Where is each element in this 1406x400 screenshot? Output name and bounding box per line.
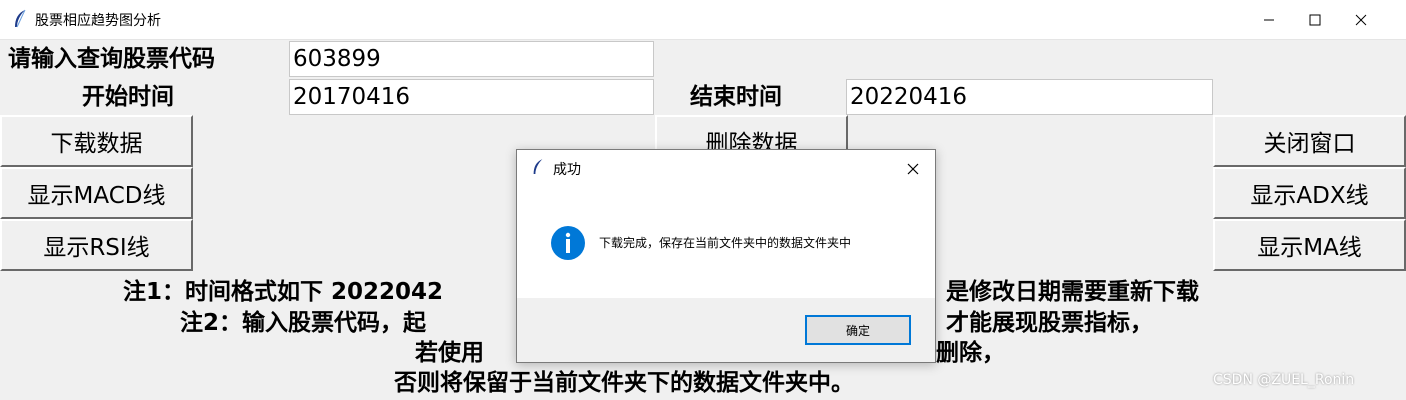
feather-icon [533, 159, 543, 174]
close-icon [1355, 14, 1367, 25]
feather-icon [15, 9, 26, 28]
show-rsi-button[interactable]: 显示RSI线 [0, 219, 193, 271]
minimize-button[interactable] [1246, 0, 1292, 39]
note-3-left: 若使用 [415, 340, 484, 366]
note-4: 否则将保留于当前文件夹下的数据文件夹中。 [394, 370, 854, 396]
dialog-message: 下载完成，保存在当前文件夹中的数据文件夹中 [599, 236, 852, 250]
end-time-label: 结束时间 [690, 84, 782, 110]
dialog-close-button[interactable] [891, 150, 935, 188]
start-time-input[interactable]: 20170416 [289, 79, 654, 115]
start-time-label: 开始时间 [82, 84, 174, 110]
note-2-left: 注2：输入股票代码，起 [180, 310, 427, 336]
note-3-right: 删除， [936, 340, 1005, 366]
end-time-input[interactable]: 20220416 [846, 79, 1213, 115]
note-2-right: 才能展现股票指标， [946, 310, 1153, 336]
close-icon [907, 163, 919, 175]
dialog-footer: 确定 [517, 298, 935, 362]
maximize-button[interactable] [1292, 0, 1338, 39]
show-ma-button[interactable]: 显示MA线 [1213, 219, 1406, 271]
window-title: 股票相应趋势图分析 [35, 13, 161, 29]
ok-button[interactable]: 确定 [805, 315, 911, 345]
note-1-left: 注1：时间格式如下 2022042 [123, 279, 444, 305]
show-adx-button[interactable]: 显示ADX线 [1213, 167, 1406, 219]
minimize-icon [1264, 19, 1274, 20]
note-1-right: 是修改日期需要重新下载 [946, 279, 1199, 305]
stock-code-input[interactable]: 603899 [289, 41, 654, 77]
title-bar: 股票相应趋势图分析 [0, 0, 1406, 40]
watermark: CSDN @ZUEL_Ronin [1213, 372, 1355, 388]
show-macd-button[interactable]: 显示MACD线 [0, 167, 193, 219]
dialog-title: 成功 [553, 162, 581, 178]
close-window-app-button[interactable]: 关闭窗口 [1213, 115, 1406, 167]
info-icon [551, 226, 585, 260]
close-window-button[interactable] [1338, 0, 1384, 39]
download-data-button[interactable]: 下载数据 [0, 115, 193, 167]
maximize-icon [1309, 14, 1321, 25]
stock-code-label: 请输入查询股票代码 [8, 46, 215, 72]
success-dialog: 成功 下载完成，保存在当前文件夹中的数据文件夹中 确定 [516, 149, 936, 363]
